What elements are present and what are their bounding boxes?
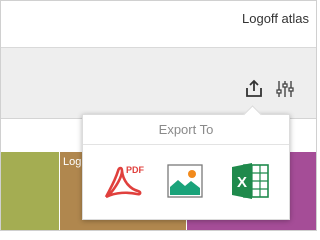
top-bar: Logoff atlas xyxy=(1,1,316,48)
settings-button[interactable] xyxy=(274,78,296,100)
pdf-icon-text: PDF xyxy=(126,165,144,175)
tile-label: Log xyxy=(63,156,82,168)
export-share-icon xyxy=(246,79,262,97)
export-popover: Export To PDF X xyxy=(82,105,290,220)
app-title: Logoff atlas xyxy=(242,11,309,26)
popover-title: Export To xyxy=(158,122,214,137)
excel-icon-text: X xyxy=(237,174,247,191)
chart-tile[interactable] xyxy=(1,152,59,230)
app-window: Logoff atlas Log Export To PDF X xyxy=(0,0,317,231)
popover-divider xyxy=(83,144,289,145)
export-pdf-button[interactable]: PDF xyxy=(100,159,144,203)
export-button[interactable] xyxy=(243,78,265,100)
report-toolbar xyxy=(1,48,316,118)
pdf-icon: PDF xyxy=(104,165,144,199)
export-excel-button[interactable]: X xyxy=(228,159,272,203)
image-icon xyxy=(167,164,203,198)
export-image-button[interactable] xyxy=(163,159,207,203)
sliders-settings-icon xyxy=(276,81,294,97)
excel-icon: X xyxy=(232,163,269,199)
